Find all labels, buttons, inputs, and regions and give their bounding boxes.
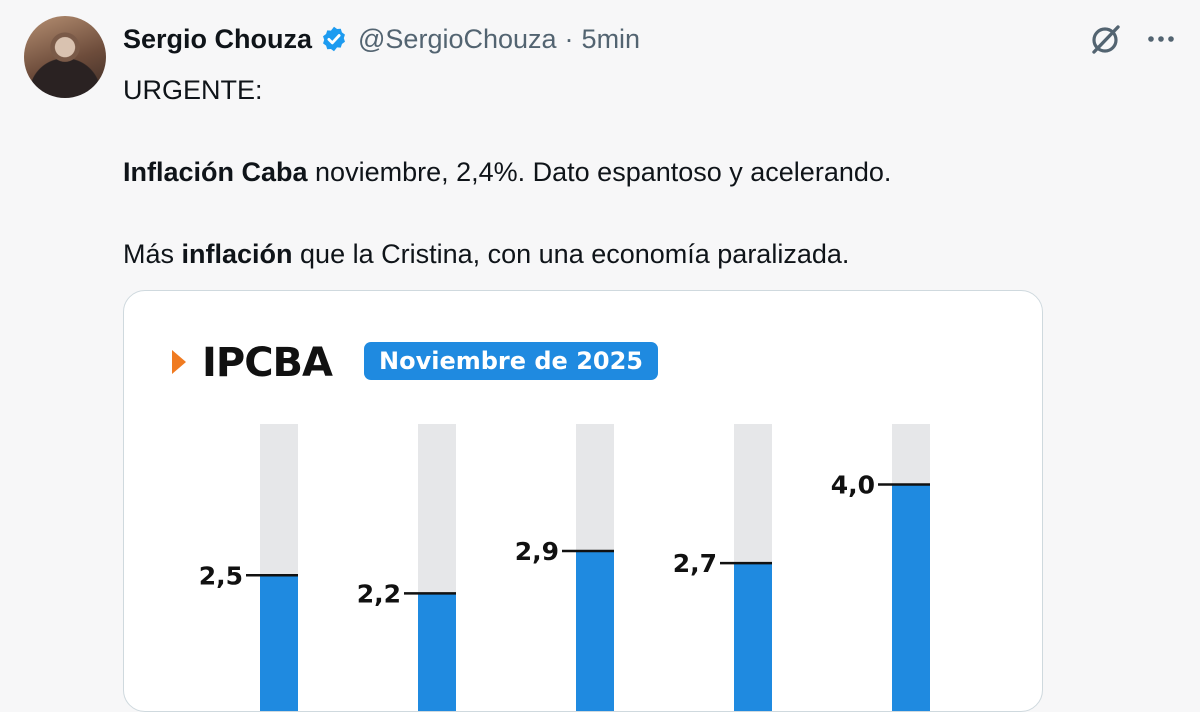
- tweet-bold-inflacion: inflación: [181, 239, 293, 269]
- tweet-bold-inflacion-caba: Inflación Caba: [123, 157, 308, 187]
- bar: [418, 593, 456, 711]
- author-handle[interactable]: @SergioChouza: [358, 22, 557, 56]
- bar-chart: 2,5 2,2 2,9 2,7 4,0: [199, 424, 930, 711]
- grok-icon[interactable]: [1088, 22, 1124, 56]
- bar: [260, 575, 298, 711]
- more-options-icon[interactable]: [1144, 22, 1178, 56]
- author-name[interactable]: Sergio Chouza: [123, 22, 312, 56]
- tweet-header: Sergio Chouza @SergioChouza · 5min: [123, 22, 640, 56]
- data-label: 2,7: [673, 549, 717, 578]
- tweet-line-cristina-rest: que la Cristina, con una economía parali…: [292, 239, 850, 269]
- tweet-text: URGENTE: Inflación Caba noviembre, 2,4%.…: [123, 70, 1123, 275]
- data-label: 2,2: [357, 579, 401, 608]
- separator-dot: ·: [564, 24, 574, 54]
- media-card[interactable]: IPCBA Noviembre de 2025 2,5 2,2 2,9 2,7 4,0: [123, 290, 1043, 712]
- verified-badge-icon: [323, 26, 345, 52]
- bar: [892, 484, 930, 711]
- data-label: 2,5: [199, 561, 243, 590]
- data-label: 4,0: [831, 471, 875, 500]
- avatar[interactable]: [24, 16, 106, 98]
- bar: [576, 551, 614, 711]
- tweet-line-cristina-pre: Más: [123, 239, 182, 269]
- tweet-line-inflation: Inflación Caba noviembre, 2,4%. Dato esp…: [123, 152, 1123, 193]
- timestamp[interactable]: 5min: [582, 22, 641, 56]
- tweet-line-urgente: URGENTE:: [123, 75, 263, 105]
- tweet-line-inflation-rest: noviembre, 2,4%. Dato espantoso y aceler…: [307, 157, 892, 187]
- tweet-line-cristina: Más inflación que la Cristina, con una e…: [123, 234, 1123, 275]
- data-label: 2,9: [515, 537, 559, 566]
- bar: [734, 563, 772, 711]
